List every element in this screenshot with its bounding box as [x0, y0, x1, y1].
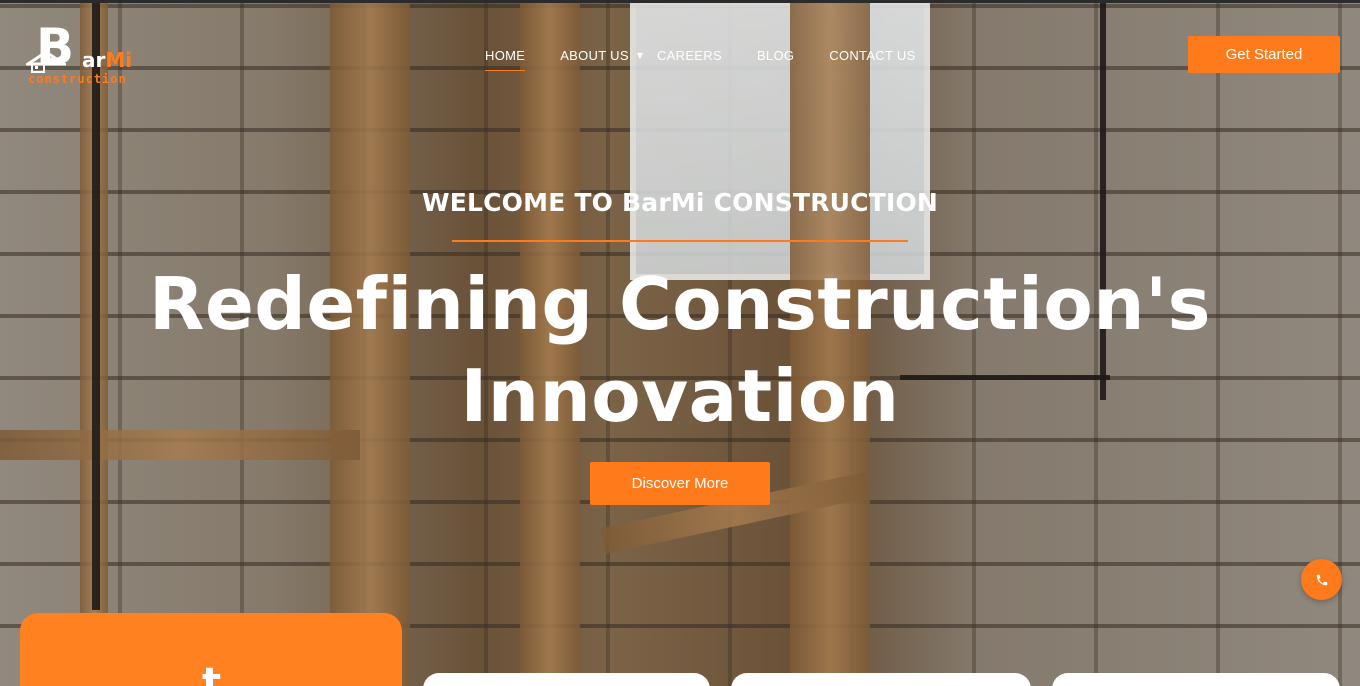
card-glyph: t: [202, 660, 222, 686]
headline-line-2: Innovation: [460, 354, 900, 438]
nav-item-careers[interactable]: CAREERS: [657, 48, 722, 63]
nav-item-blog[interactable]: BLOG: [757, 48, 794, 63]
feature-card: [731, 673, 1031, 686]
caret-down-icon[interactable]: ▼: [637, 51, 643, 60]
nav-item-home[interactable]: HOME: [485, 48, 526, 71]
hero-headline: Redefining Construction's Innovation: [0, 258, 1360, 442]
logo-letter: B: [36, 18, 75, 76]
logo[interactable]: B arMi construction: [24, 22, 164, 88]
feature-card-highlight: t: [20, 613, 402, 686]
main-nav: HOME ABOUT US ▼ CAREERS BLOG CONTACT US: [485, 46, 916, 71]
call-button[interactable]: [1301, 559, 1342, 600]
top-border: [0, 0, 1360, 3]
welcome-underline: [452, 240, 908, 242]
headline-line-1: Redefining Construction's: [149, 262, 1211, 346]
get-started-button[interactable]: Get Started: [1188, 36, 1340, 73]
hero-welcome: WELCOME TO BarMi CONSTRUCTION: [421, 188, 939, 217]
discover-more-button[interactable]: Discover More: [590, 462, 770, 505]
background-window: [630, 0, 930, 280]
logo-wordmark: arMi: [82, 48, 133, 72]
logo-tagline: construction: [28, 72, 127, 86]
nav-item-contact-us[interactable]: CONTACT US: [829, 48, 915, 63]
nav-item-about-us[interactable]: ABOUT US: [560, 48, 629, 63]
feature-card: [1052, 673, 1340, 686]
feature-card: [423, 673, 710, 686]
phone-icon: [1316, 574, 1327, 585]
